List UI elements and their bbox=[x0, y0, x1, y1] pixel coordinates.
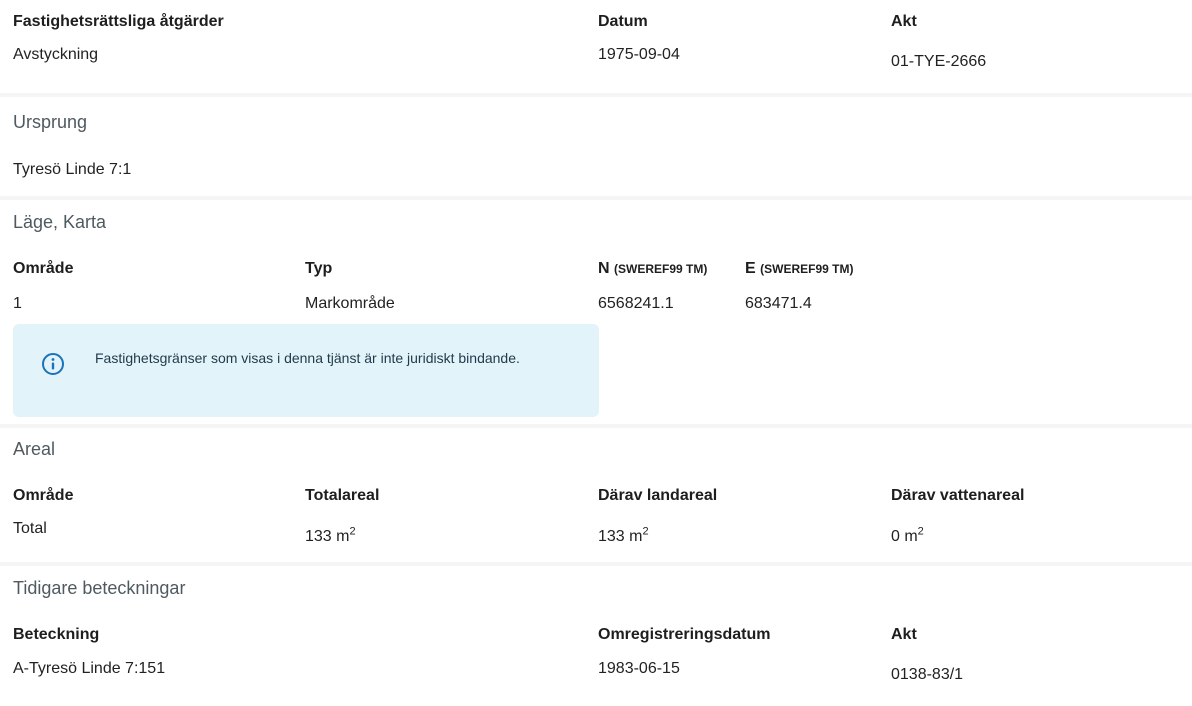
vattenareal-number: 0 m bbox=[891, 528, 918, 545]
akt-value[interactable]: 01-TYE-2666 bbox=[891, 53, 986, 71]
omregistreringsdatum-value: 1983-06-15 bbox=[598, 660, 680, 677]
header-akt: Akt bbox=[891, 13, 917, 30]
header-omrade: Område bbox=[13, 260, 74, 277]
landareal-value: 133 m2 bbox=[598, 525, 649, 546]
header-atgarder: Fastighetsrättsliga åtgärder bbox=[13, 13, 224, 30]
landareal-number: 133 m bbox=[598, 528, 643, 545]
totalareal-number: 133 m bbox=[305, 528, 350, 545]
header-e-unit: (SWEREF99 TM) bbox=[760, 262, 854, 276]
header-n-coordinate: N (SWEREF99 TM) bbox=[598, 260, 707, 278]
header-omregistreringsdatum: Omregistreringsdatum bbox=[598, 626, 771, 643]
datum-value: 1975-09-04 bbox=[598, 46, 680, 63]
n-value: 6568241.1 bbox=[598, 295, 674, 312]
areal-omrade-value: Total bbox=[13, 520, 47, 537]
section-atgarder: Fastighetsrättsliga åtgärder Datum Akt A… bbox=[0, 0, 1192, 93]
atgard-value: Avstyckning bbox=[13, 46, 99, 63]
vattenareal-exp: 2 bbox=[917, 525, 924, 538]
tidigare-akt-value[interactable]: 0138-83/1 bbox=[891, 666, 963, 684]
ursprung-value: Tyresö Linde 7:1 bbox=[13, 161, 132, 178]
vattenareal-value: 0 m2 bbox=[891, 525, 924, 546]
beteckning-value: A-Tyresö Linde 7:151 bbox=[13, 660, 166, 677]
header-vattenareal: Därav vattenareal bbox=[891, 487, 1025, 504]
info-icon bbox=[42, 353, 64, 375]
section-title-lage: Läge, Karta bbox=[13, 212, 107, 232]
header-beteckning: Beteckning bbox=[13, 626, 100, 643]
totalareal-exp: 2 bbox=[349, 525, 356, 538]
totalareal-value: 133 m2 bbox=[305, 525, 356, 546]
section-ursprung: Ursprung Tyresö Linde 7:1 bbox=[0, 97, 1192, 196]
e-value: 683471.4 bbox=[745, 295, 812, 312]
header-totalareal: Totalareal bbox=[305, 487, 380, 504]
info-text: Fastighetsgränser som visas i denna tjän… bbox=[95, 350, 520, 366]
omrade-value: 1 bbox=[13, 295, 22, 312]
section-tidigare-beteckningar: Tidigare beteckningar Beteckning Omregis… bbox=[0, 566, 1192, 706]
section-title-ursprung: Ursprung bbox=[13, 112, 88, 132]
header-n-unit: (SWEREF99 TM) bbox=[614, 262, 708, 276]
info-alert: Fastighetsgränser som visas i denna tjän… bbox=[13, 324, 599, 417]
header-e-coordinate: E (SWEREF99 TM) bbox=[745, 260, 853, 278]
header-datum: Datum bbox=[598, 13, 648, 30]
landareal-exp: 2 bbox=[642, 525, 649, 538]
header-typ: Typ bbox=[305, 260, 333, 277]
section-areal: Areal Område Totalareal Därav landareal … bbox=[0, 428, 1192, 562]
section-title-areal: Areal bbox=[13, 439, 56, 459]
typ-value: Markområde bbox=[305, 295, 395, 312]
header-tidigare-akt: Akt bbox=[891, 626, 917, 643]
header-landareal: Därav landareal bbox=[598, 487, 718, 504]
header-areal-omrade: Område bbox=[13, 487, 74, 504]
section-title-tidigare: Tidigare beteckningar bbox=[13, 578, 186, 598]
header-n-label: N bbox=[598, 260, 610, 277]
header-e-label: E bbox=[745, 260, 756, 277]
